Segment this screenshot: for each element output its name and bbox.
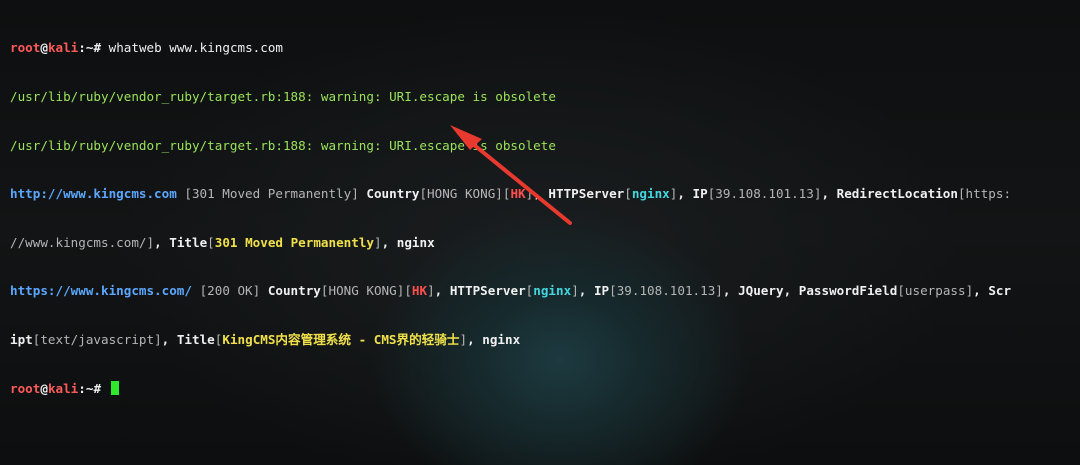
annotation-arrow-icon (450, 125, 572, 225)
